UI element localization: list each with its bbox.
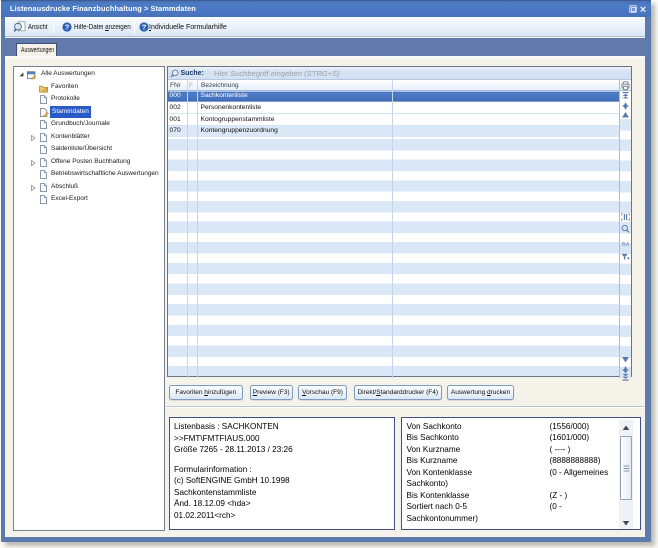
svg-text:BA: BA xyxy=(622,242,630,248)
svg-text:?: ? xyxy=(64,22,69,31)
svg-text:?: ? xyxy=(142,22,147,31)
